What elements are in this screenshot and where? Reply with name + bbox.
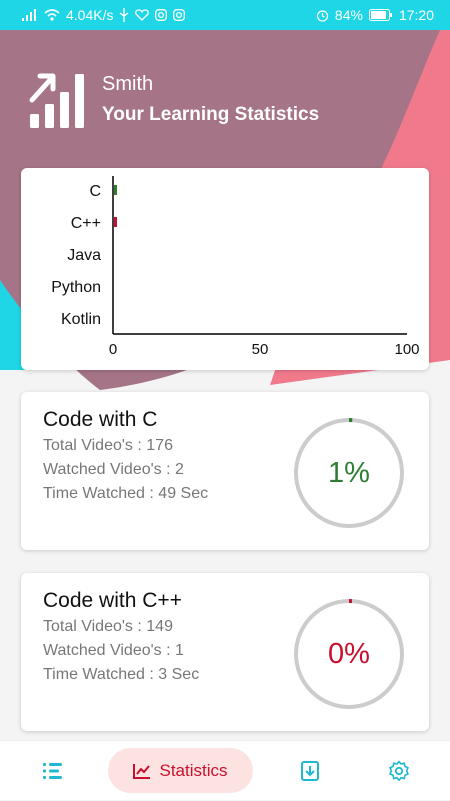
signal-icon bbox=[22, 9, 38, 21]
y-tick-label: C bbox=[89, 183, 101, 200]
watched-videos: Watched Video's : 1 bbox=[43, 642, 184, 659]
x-tick-label: 0 bbox=[109, 341, 117, 358]
time-watched: Time Watched : 3 Sec bbox=[43, 666, 200, 683]
course-card[interactable]: Code with C Total Video's : 176 Watched Vi… bbox=[21, 392, 429, 550]
progress-percent: 1% bbox=[328, 456, 370, 489]
statistics-logo-icon bbox=[29, 73, 84, 128]
course-title: Code with C bbox=[43, 408, 158, 431]
download-icon bbox=[300, 761, 319, 781]
nav-courses[interactable] bbox=[30, 741, 75, 801]
nav-downloads[interactable] bbox=[287, 741, 332, 801]
status-bar: 4.04K/s 84% 17:20 bbox=[0, 0, 450, 30]
nav-statistics[interactable]: Statistics bbox=[108, 748, 253, 793]
settings-icon bbox=[388, 760, 409, 781]
total-videos: Total Video's : 149 bbox=[43, 618, 173, 635]
instagram-icon bbox=[173, 9, 186, 21]
course-card[interactable]: Code with C++ Total Video's : 149 Watched … bbox=[21, 573, 429, 731]
y-tick-label: Kotlin bbox=[61, 311, 101, 328]
bar bbox=[114, 217, 117, 227]
x-tick-label: 50 bbox=[252, 341, 269, 358]
page-title: Your Learning Statistics bbox=[102, 103, 320, 125]
instagram-icon bbox=[155, 9, 168, 21]
user-name: Smith bbox=[102, 72, 154, 95]
alarm-icon bbox=[316, 9, 329, 22]
y-tick-label: C++ bbox=[71, 215, 101, 232]
chart-card: C C++ Java Python Kotlin 0 50 100 bbox=[21, 168, 429, 370]
course-title: Code with C++ bbox=[43, 589, 182, 612]
network-speed: 4.04K/s bbox=[66, 7, 114, 23]
clock: 17:20 bbox=[398, 7, 434, 23]
battery-icon bbox=[368, 9, 393, 21]
total-videos: Total Video's : 176 bbox=[43, 437, 173, 454]
bar bbox=[114, 185, 117, 195]
nav-settings[interactable] bbox=[376, 741, 421, 801]
health-icon bbox=[135, 9, 150, 21]
chart-icon bbox=[133, 763, 151, 779]
x-tick-label: 100 bbox=[394, 341, 419, 358]
bottom-navigation: Statistics bbox=[0, 740, 450, 800]
bar-chart: C C++ Java Python Kotlin 0 50 100 bbox=[51, 176, 420, 358]
nav-statistics-label: Statistics bbox=[159, 760, 228, 780]
time-watched: Time Watched : 49 Sec bbox=[43, 485, 209, 502]
y-tick-label: Java bbox=[67, 247, 101, 264]
y-tick-label: Python bbox=[51, 279, 101, 296]
list-icon bbox=[42, 763, 62, 779]
usb-icon bbox=[119, 8, 129, 22]
battery-percent: 84% bbox=[334, 7, 363, 23]
wifi-icon bbox=[44, 9, 60, 21]
progress-percent: 0% bbox=[328, 637, 370, 670]
header: Smith Your Learning Statistics bbox=[28, 70, 319, 128]
watched-videos: Watched Video's : 2 bbox=[43, 461, 184, 478]
